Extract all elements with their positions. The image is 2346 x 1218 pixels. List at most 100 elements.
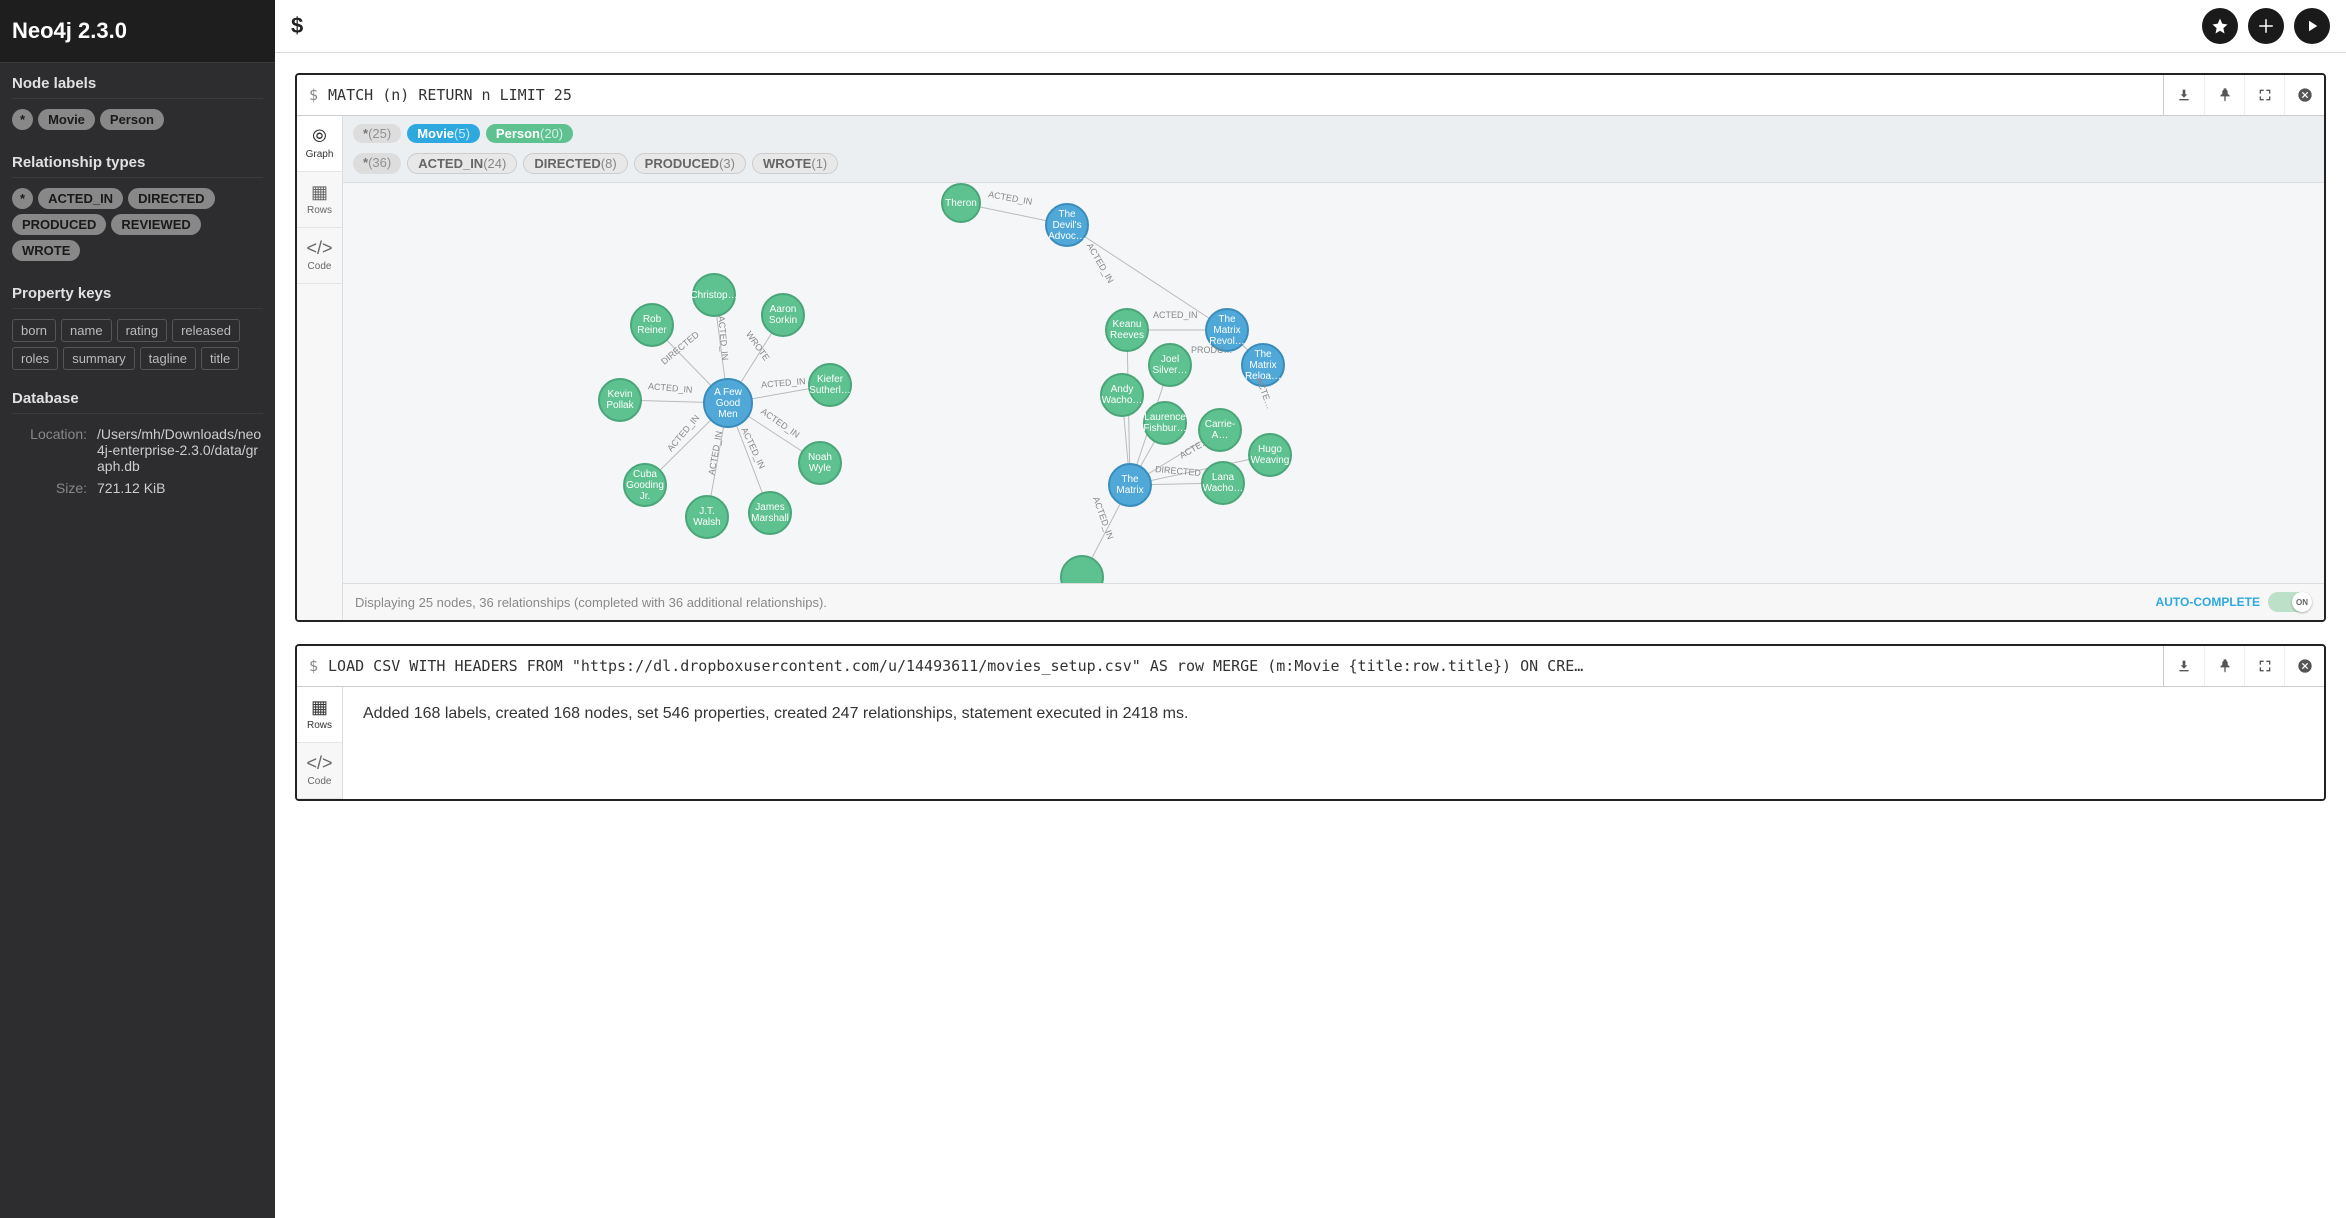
main: $ $ MATCH (n) RETURN n — [275, 0, 2346, 1218]
rel-type-actedin[interactable]: ACTED_IN — [38, 188, 123, 209]
meta-pill-*[interactable]: *(36) — [353, 153, 401, 174]
rel-type-reviewed[interactable]: REVIEWED — [111, 214, 200, 235]
graph-node[interactable]: Kiefer Sutherl… — [808, 363, 852, 407]
graph-node[interactable]: A Few Good Men — [703, 378, 753, 428]
node-label-all[interactable]: * — [12, 109, 33, 130]
meta-pill-acted_in[interactable]: ACTED_IN(24) — [407, 153, 517, 174]
rel-type-directed[interactable]: DIRECTED — [128, 188, 214, 209]
edge-label: ACTED_IN — [1153, 310, 1198, 320]
meta-pill-directed[interactable]: DIRECTED(8) — [523, 153, 627, 174]
graph-node[interactable]: Hugo Weaving — [1248, 433, 1292, 477]
play-icon — [2303, 17, 2321, 35]
play-button[interactable] — [2294, 8, 2330, 44]
view-tab-code[interactable]: </> Code — [297, 228, 342, 284]
graph-node[interactable]: Keanu Reeves — [1105, 308, 1149, 352]
download-icon — [2176, 658, 2192, 674]
frame-query-text: MATCH (n) RETURN n LIMIT 25 — [328, 86, 572, 104]
rel-type-all[interactable]: * — [12, 188, 33, 209]
meta-pill-movie[interactable]: Movie(5) — [407, 124, 480, 143]
favorite-button[interactable] — [2202, 8, 2238, 44]
table-icon: ▦ — [311, 183, 328, 201]
close-icon — [2297, 658, 2313, 674]
prop-key-rating[interactable]: rating — [117, 319, 168, 342]
edge-label: PRODU… — [1191, 345, 1233, 355]
graph-node[interactable]: Christop… — [692, 273, 736, 317]
graph-node[interactable]: Cuba Gooding Jr. — [623, 463, 667, 507]
code-icon: </> — [306, 754, 332, 772]
graph-canvas[interactable]: A Few Good Men Rob Reiner Christop… Aaron S… — [343, 183, 2324, 583]
download-icon — [2176, 87, 2192, 103]
node-label-person[interactable]: Person — [100, 109, 164, 130]
rel-type-wrote[interactable]: WROTE — [12, 240, 80, 261]
rel-types-heading: Relationship types — [12, 154, 263, 178]
db-size-value: 721.12 KiB — [97, 480, 263, 496]
statusbar: Displaying 25 nodes, 36 relationships (c… — [343, 583, 2324, 620]
node-labels-section: Node labels * Movie Person — [0, 63, 275, 142]
frame-query[interactable]: $ LOAD CSV WITH HEADERS FROM "https://dl… — [297, 647, 2163, 685]
database-section: Database Location: /Users/mh/Downloads/n… — [0, 382, 275, 510]
meta-pill-produced[interactable]: PRODUCED(3) — [634, 153, 746, 174]
graph-node[interactable]: Laurence Fishbur… — [1143, 401, 1187, 445]
expand-button[interactable] — [2244, 75, 2284, 115]
prop-key-roles[interactable]: roles — [12, 347, 58, 370]
db-location-label: Location: — [12, 426, 97, 474]
pin-button[interactable] — [2204, 646, 2244, 686]
query-input[interactable] — [313, 17, 2202, 35]
graph-edges — [343, 183, 2324, 583]
expand-button[interactable] — [2244, 646, 2284, 686]
prop-key-title[interactable]: title — [201, 347, 239, 370]
prompt-icon: $ — [309, 657, 318, 675]
close-button[interactable] — [2284, 646, 2324, 686]
prop-key-tagline[interactable]: tagline — [140, 347, 196, 370]
graph-node[interactable]: The Devil's Advoc… — [1045, 203, 1089, 247]
graph-node[interactable]: James Marshall — [748, 491, 792, 535]
autocomplete-toggle[interactable]: ON — [2268, 592, 2312, 612]
db-location-value: /Users/mh/Downloads/neo4j-enterprise-2.3… — [97, 426, 263, 474]
pin-icon — [2217, 87, 2233, 103]
result-frame: $ LOAD CSV WITH HEADERS FROM "https://dl… — [295, 644, 2326, 801]
meta-pill-person[interactable]: Person(20) — [486, 124, 573, 143]
topbar: $ — [275, 0, 2346, 53]
node-labels-heading: Node labels — [12, 75, 263, 99]
database-heading: Database — [12, 390, 263, 414]
db-size-label: Size: — [12, 480, 97, 496]
graph-node[interactable]: Andy Wacho… — [1100, 373, 1144, 417]
frame-query[interactable]: $ MATCH (n) RETURN n LIMIT 25 — [297, 76, 2163, 114]
view-tab-rows[interactable]: ▦ Rows — [297, 172, 342, 228]
prop-key-summary[interactable]: summary — [63, 347, 134, 370]
prop-key-name[interactable]: name — [61, 319, 112, 342]
graph-node[interactable]: Rob Reiner — [630, 303, 674, 347]
meta-pill-wrote[interactable]: WROTE(1) — [752, 153, 838, 174]
node-label-movie[interactable]: Movie — [38, 109, 95, 130]
view-tab-code[interactable]: </> Code — [297, 743, 342, 799]
prop-keys-section: Property keys born name rating released … — [0, 273, 275, 382]
close-icon — [2297, 87, 2313, 103]
app-title: Neo4j 2.3.0 — [12, 18, 263, 44]
download-button[interactable] — [2164, 75, 2204, 115]
result-text: Added 168 labels, created 168 nodes, set… — [343, 687, 2324, 741]
graph-node[interactable]: Joel Silver… — [1148, 343, 1192, 387]
pin-button[interactable] — [2204, 75, 2244, 115]
graph-node[interactable]: Kevin Pollak — [598, 378, 642, 422]
rel-type-produced[interactable]: PRODUCED — [12, 214, 106, 235]
expand-icon — [2257, 658, 2273, 674]
view-tab-rows[interactable]: ▦ Rows — [297, 687, 342, 743]
prop-key-born[interactable]: born — [12, 319, 56, 342]
graph-node[interactable]: Theron — [941, 183, 981, 223]
graph-node[interactable]: Noah Wyle — [798, 441, 842, 485]
sidebar: Neo4j 2.3.0 Node labels * Movie Person R… — [0, 0, 275, 1218]
prompt-symbol: $ — [291, 13, 303, 39]
meta-pill-*[interactable]: *(25) — [353, 124, 401, 143]
rel-types-section: Relationship types * ACTED_IN DIRECTED P… — [0, 142, 275, 273]
view-tab-graph[interactable]: ⦾ Graph — [297, 116, 342, 172]
download-button[interactable] — [2164, 646, 2204, 686]
prop-keys-heading: Property keys — [12, 285, 263, 309]
graph-node[interactable]: J.T. Walsh — [685, 495, 729, 539]
prompt-icon: $ — [309, 86, 318, 104]
graph-node[interactable]: The Matrix — [1108, 463, 1152, 507]
graph-node[interactable]: Aaron Sorkin — [761, 293, 805, 337]
add-button[interactable] — [2248, 8, 2284, 44]
close-button[interactable] — [2284, 75, 2324, 115]
graph-node[interactable]: Lana Wacho… — [1201, 461, 1245, 505]
prop-key-released[interactable]: released — [172, 319, 240, 342]
